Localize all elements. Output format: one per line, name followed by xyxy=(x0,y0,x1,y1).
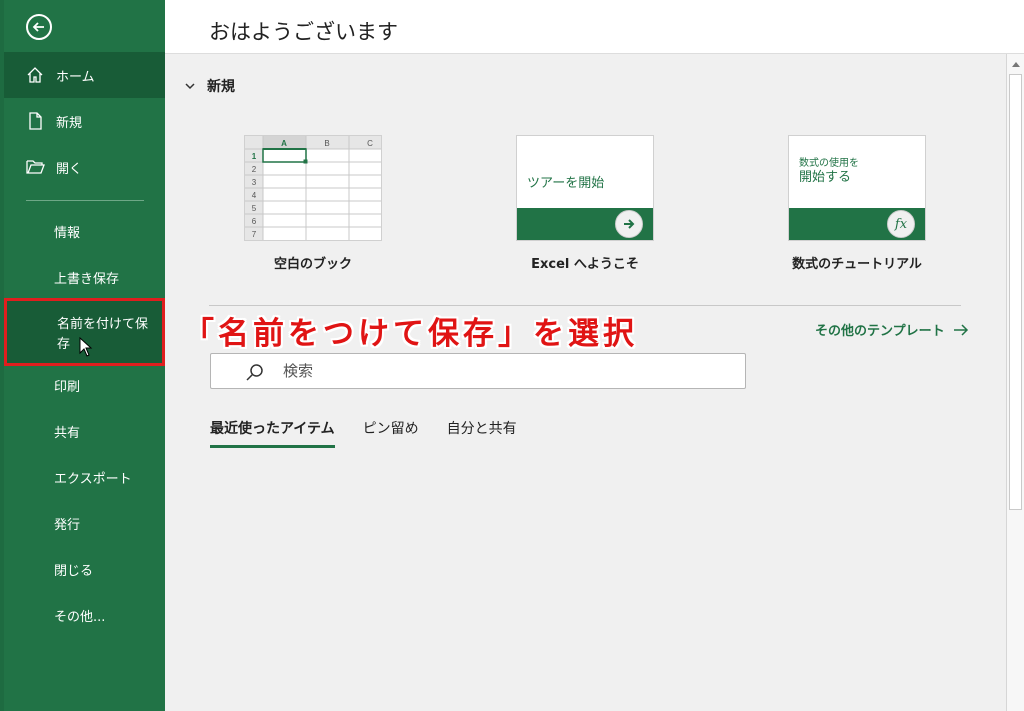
sidebar-divider xyxy=(26,200,144,201)
sidebar-item-label: 閉じる xyxy=(54,563,94,579)
tab-pinned[interactable]: ピン留め xyxy=(363,418,419,448)
sidebar-item-label: エクスポート xyxy=(54,471,132,487)
search-box[interactable] xyxy=(210,353,746,389)
header-bar: おはようございます xyxy=(165,0,1024,54)
sidebar-item-label: 上書き保存 xyxy=(54,271,120,287)
thumbnail-text: ツアーを開始 xyxy=(527,176,605,191)
more-templates-link[interactable]: その他のテンプレート xyxy=(815,320,969,339)
row-header: 7 xyxy=(252,230,257,239)
sidebar-item-label: 印刷 xyxy=(54,379,81,395)
sidebar-item-info[interactable]: 情報 xyxy=(4,208,165,254)
search-icon xyxy=(246,364,263,381)
sidebar-item-label: 開く xyxy=(56,161,83,177)
sidebar: ホーム 新規 開く 情報 上書き保存 名前を付けて保存 印刷 共有 エクスポート… xyxy=(0,0,165,711)
row-header: 5 xyxy=(252,204,257,213)
sidebar-item-share[interactable]: 共有 xyxy=(4,408,165,454)
page-title: おはようございます xyxy=(209,20,398,44)
template-name: 空白のブック xyxy=(273,257,352,272)
column-header: B xyxy=(324,139,329,148)
vertical-scrollbar[interactable] xyxy=(1006,54,1024,711)
row-header: 4 xyxy=(252,191,257,200)
main-content: おはようございます 新規 A B C 1 2 3 4 5 6 7 空白のブック … xyxy=(165,0,1024,711)
sidebar-item-save[interactable]: 上書き保存 xyxy=(4,254,165,300)
new-document-icon xyxy=(26,112,48,130)
spreadsheet-thumbnail: A B C 1 2 3 4 5 6 7 xyxy=(245,136,381,240)
sidebar-item-publish[interactable]: 発行 xyxy=(4,500,165,546)
template-thumbnail: ツアーを開始 xyxy=(516,135,654,241)
thumbnail-text: 開始する xyxy=(799,170,852,185)
template-name: Excel へようこそ xyxy=(531,257,639,272)
sidebar-item-label: 新規 xyxy=(56,115,83,131)
template-welcome-to-excel[interactable]: ツアーを開始 Excel へようこそ xyxy=(516,135,654,272)
divider xyxy=(209,305,961,306)
template-name: 数式のチュートリアル xyxy=(792,257,922,272)
sidebar-item-home[interactable]: ホーム xyxy=(4,52,165,98)
arrow-right-icon xyxy=(615,210,643,238)
row-header: 2 xyxy=(252,165,257,174)
tab-recent[interactable]: 最近使ったアイテム xyxy=(210,418,335,448)
annotation-callout: 「名前をつけて保存」を選択 xyxy=(183,316,638,352)
home-icon xyxy=(26,66,48,84)
search-input[interactable] xyxy=(283,360,723,382)
back-arrow-icon[interactable] xyxy=(26,14,52,40)
row-header: 1 xyxy=(252,152,257,161)
sidebar-item-label: 情報 xyxy=(54,225,81,241)
row-header: 3 xyxy=(252,178,257,187)
sidebar-item-label: ホーム xyxy=(56,69,95,85)
sidebar-item-more[interactable]: その他... xyxy=(4,592,165,638)
sidebar-item-new[interactable]: 新規 xyxy=(4,98,165,144)
template-formula-tutorial[interactable]: 数式の使用を 開始する fx 数式のチュートリアル xyxy=(788,135,926,272)
mouse-cursor-icon xyxy=(79,337,93,357)
sidebar-item-close[interactable]: 閉じる xyxy=(4,546,165,592)
section-title: 新規 xyxy=(207,79,235,95)
sidebar-item-print[interactable]: 印刷 xyxy=(4,362,165,408)
tab-shared-with-me[interactable]: 自分と共有 xyxy=(447,418,517,448)
column-header: C xyxy=(367,139,373,148)
sidebar-item-label: 名前を付けて保存 xyxy=(57,317,149,352)
row-header: 6 xyxy=(252,217,257,226)
sidebar-item-label: 共有 xyxy=(54,425,81,441)
sidebar-item-export[interactable]: エクスポート xyxy=(4,454,165,500)
new-section-toggle[interactable]: 新規 xyxy=(185,76,235,96)
more-templates-label: その他のテンプレート xyxy=(815,324,945,339)
sidebar-item-label: その他... xyxy=(54,609,106,625)
template-blank-workbook[interactable]: A B C 1 2 3 4 5 6 7 空白のブック xyxy=(244,135,382,272)
document-tabs: 最近使ったアイテム ピン留め 自分と共有 xyxy=(210,418,545,448)
fx-icon: fx xyxy=(887,210,915,238)
sidebar-item-open[interactable]: 開く xyxy=(4,144,165,190)
column-header: A xyxy=(281,139,287,148)
template-thumbnail: 数式の使用を 開始する fx xyxy=(788,135,926,241)
folder-open-icon xyxy=(26,159,48,175)
scroll-up-icon[interactable] xyxy=(1007,56,1024,72)
sidebar-item-save-as[interactable]: 名前を付けて保存 xyxy=(4,298,165,366)
arrow-right-icon xyxy=(953,323,968,336)
chevron-down-icon xyxy=(185,82,195,89)
template-thumbnail: A B C 1 2 3 4 5 6 7 xyxy=(244,135,382,241)
sidebar-item-label: 発行 xyxy=(54,517,81,533)
scrollbar-thumb[interactable] xyxy=(1009,74,1022,510)
